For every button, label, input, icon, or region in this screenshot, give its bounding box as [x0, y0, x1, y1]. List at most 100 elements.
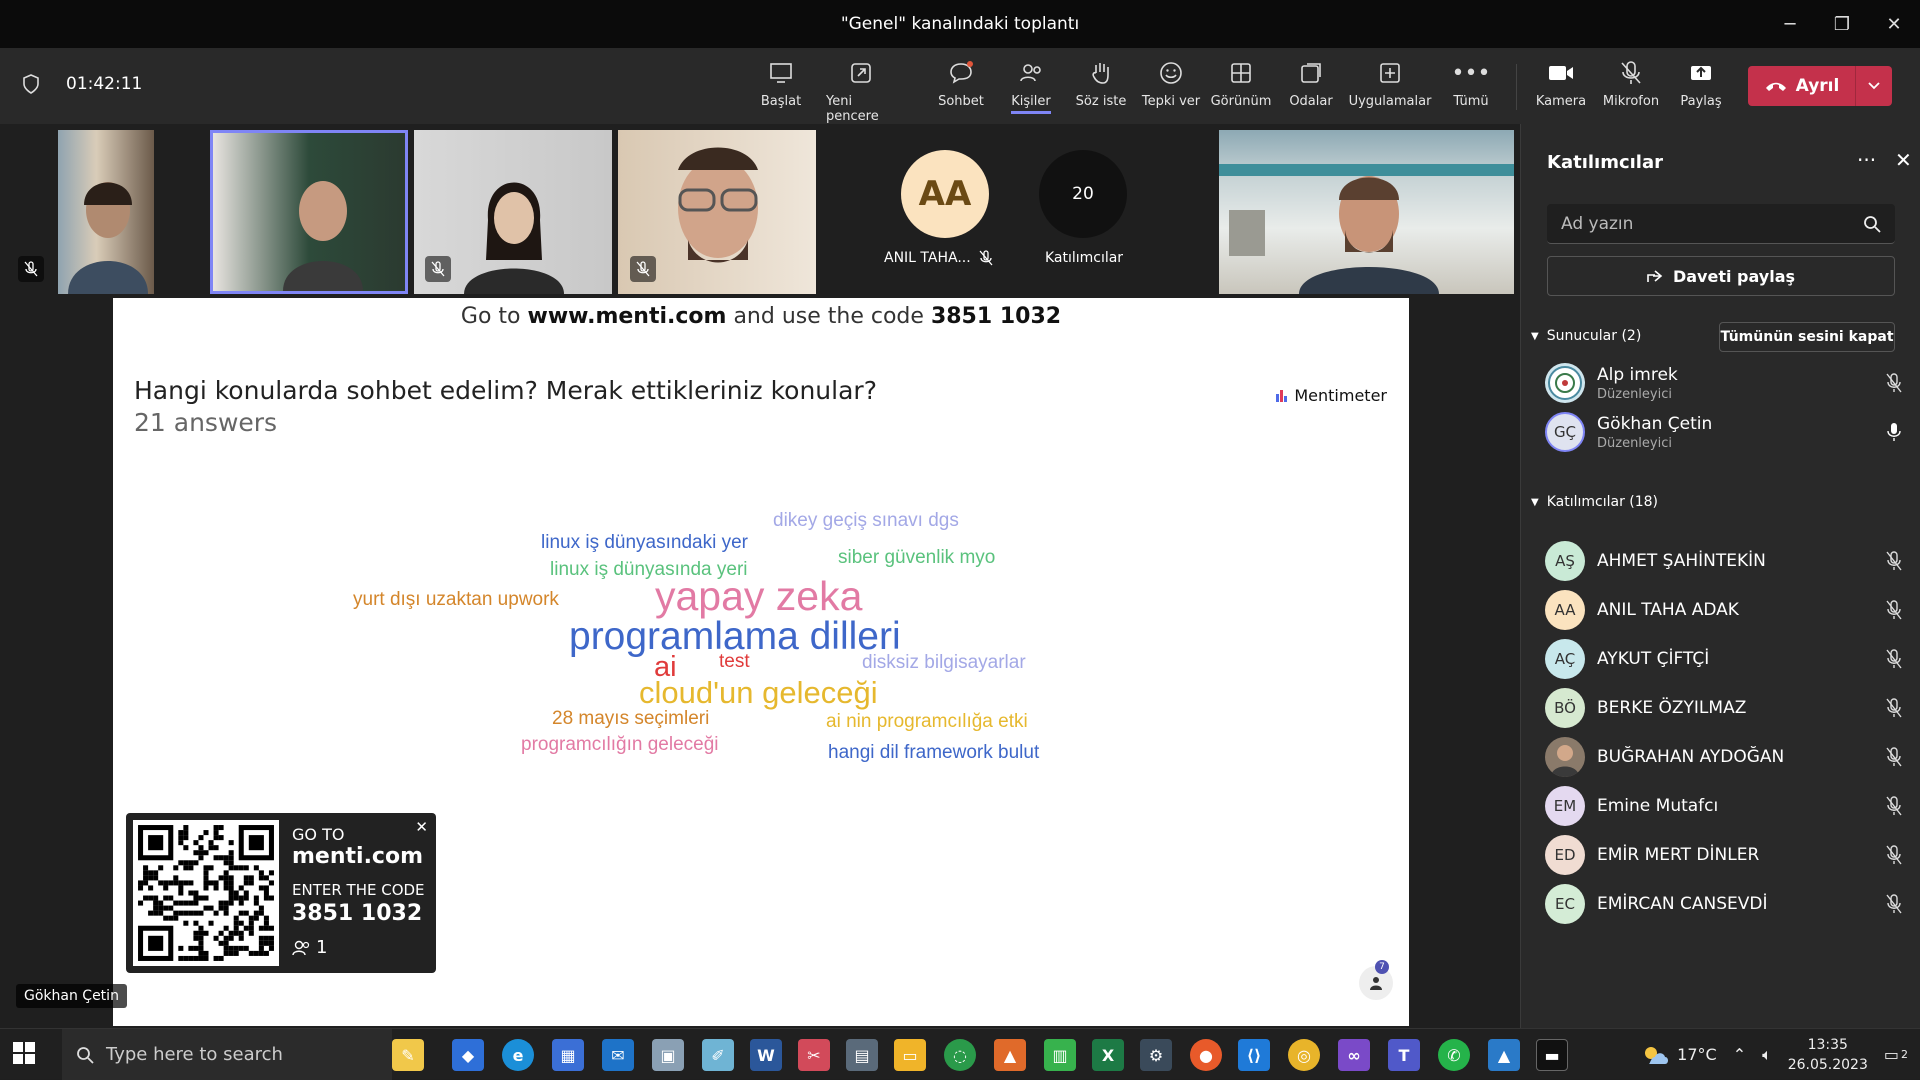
attendee-row[interactable]: ED EMİR MERT DİNLER	[1545, 832, 1905, 878]
close-window-button[interactable]: ✕	[1868, 0, 1920, 48]
meeting-timer: 01:42:11	[22, 74, 142, 94]
participant-search-input[interactable]: Ad yazın	[1547, 204, 1895, 244]
raise-hand-button[interactable]: Söz iste	[1066, 58, 1136, 109]
mail-icon[interactable]: ✉	[602, 1039, 634, 1071]
tray-chevron-icon[interactable]: ⌃	[1733, 1045, 1746, 1064]
join-qr-card: GO TO menti.com ENTER THE CODE 3851 1032…	[126, 813, 436, 973]
video-tile-active[interactable]	[210, 130, 408, 294]
people-button[interactable]: Kişiler	[996, 58, 1066, 114]
attendee-row[interactable]: EM Emine Mutafcı	[1545, 783, 1905, 829]
more-options-icon[interactable]: ···	[1857, 148, 1876, 172]
presenter-row[interactable]: Alp imrek Düzenleyici	[1545, 360, 1905, 406]
store-icon[interactable]: ▦	[552, 1039, 584, 1071]
speaker-icon[interactable]: 🔈︎	[1762, 1045, 1772, 1065]
presenters-section-toggle[interactable]: ▼ Sunucular (2)	[1531, 328, 1641, 344]
word-cloud-entry: yurt dışı uzaktan upwork	[353, 589, 559, 610]
share-invite-button[interactable]: Daveti paylaş	[1547, 256, 1895, 296]
presenter-name: Alp imrek	[1597, 364, 1678, 385]
photos-icon[interactable]: ▲	[1488, 1039, 1520, 1071]
new-window-button[interactable]: Yeni pencere	[826, 58, 896, 124]
start-label: Başlat	[760, 94, 802, 109]
taskbar-clock[interactable]: 13:35 26.05.2023	[1788, 1035, 1868, 1075]
vscode-icon[interactable]: ⟨⟩	[1238, 1039, 1270, 1071]
video-tile[interactable]	[1219, 130, 1514, 294]
chart-app-icon[interactable]: ▥	[1044, 1039, 1076, 1071]
matlab-icon[interactable]: ▲	[994, 1039, 1026, 1071]
attendee-name: BUĞRAHAN AYDOĞAN	[1597, 747, 1785, 767]
firefox-icon[interactable]: ●	[1190, 1039, 1222, 1071]
edge-browser-icon[interactable]: e	[502, 1039, 534, 1071]
attendee-row[interactable]: BÖ BERKE ÖZYILMAZ	[1545, 685, 1905, 731]
paint-icon[interactable]: ✐	[702, 1039, 734, 1071]
presenter-info: Alp imrek Düzenleyici	[1597, 365, 1883, 402]
snipping-tool-icon[interactable]: ✂	[798, 1039, 830, 1071]
camera-icon	[1546, 58, 1576, 88]
participants-panel: Katılımcılar ··· ✕ Ad yazın Daveti payla…	[1520, 124, 1920, 1028]
video-tile[interactable]	[58, 130, 154, 294]
windows-start-button[interactable]	[12, 1041, 36, 1069]
visual-studio-icon[interactable]: ∞	[1338, 1039, 1370, 1071]
avatar	[1545, 737, 1585, 777]
attendee-row[interactable]: AŞ AHMET ŞAHİNTEKİN	[1545, 538, 1905, 584]
mic-off-icon	[1886, 845, 1902, 865]
attendee-row[interactable]: EC EMİRCAN CANSEVDİ	[1545, 881, 1905, 927]
presenter-row[interactable]: GÇ Gökhan Çetin Düzenleyici	[1545, 409, 1905, 455]
participant-video	[283, 181, 363, 291]
teams-icon[interactable]: T	[1388, 1039, 1420, 1071]
apps-button[interactable]: Uygulamalar	[1346, 58, 1434, 109]
presenter-role: Düzenleyici	[1597, 386, 1672, 402]
terminal-icon[interactable]: ▬	[1536, 1039, 1568, 1071]
goto-mid: and use the code	[733, 304, 924, 329]
camera-button[interactable]: Kamera	[1526, 58, 1596, 109]
more-button[interactable]: ••• Tümü	[1436, 58, 1506, 110]
mic-off-icon	[24, 261, 38, 277]
word-icon[interactable]: W	[750, 1039, 782, 1071]
mic-off-icon	[1886, 747, 1902, 767]
react-button[interactable]: Tepki ver	[1136, 58, 1206, 109]
excel-icon[interactable]: X	[1092, 1039, 1124, 1071]
attendee-row[interactable]: AÇ AYKUT ÇİFTÇİ	[1545, 636, 1905, 682]
rooms-label: Odalar	[1289, 94, 1333, 109]
calculator-icon[interactable]: ▤	[846, 1039, 878, 1071]
chrome-icon[interactable]: ◎	[1288, 1039, 1320, 1071]
attendee-info: ANIL TAHA ADAK	[1597, 600, 1883, 620]
meeting-stage: AA ANIL TAHA... 20 Katılımcılar Go to ww…	[0, 124, 1520, 1028]
notification-icon[interactable]: ▭ 2	[1884, 1045, 1908, 1064]
sync-app-icon[interactable]: ◌	[944, 1039, 976, 1071]
shield-icon	[23, 74, 39, 94]
whatsapp-icon[interactable]: ✆	[1438, 1039, 1470, 1071]
overflow-count[interactable]: 20	[1039, 150, 1127, 238]
mentimeter-logo: Mentimeter	[1276, 386, 1387, 405]
attendee-row[interactable]: AA ANIL TAHA ADAK	[1545, 587, 1905, 633]
taskbar-search-box[interactable]: Type here to search	[62, 1029, 392, 1080]
close-icon[interactable]: ✕	[1895, 148, 1912, 172]
weather-widget[interactable]: 17°C	[1641, 1044, 1717, 1066]
leave-button[interactable]: Ayrıl	[1748, 66, 1892, 106]
shared-slide: Go to www.menti.com and use the code 385…	[113, 298, 1409, 1026]
file-explorer-icon[interactable]: ▭	[894, 1039, 926, 1071]
leave-main[interactable]: Ayrıl	[1748, 66, 1856, 106]
leave-dropdown[interactable]	[1856, 81, 1892, 91]
goto-url: www.menti.com	[527, 304, 727, 329]
viewer-count-badge[interactable]: 7	[1359, 960, 1393, 1000]
share-button[interactable]: Paylaş	[1666, 58, 1736, 109]
photo-viewer-icon[interactable]: ▣	[652, 1039, 684, 1071]
dev-tool-icon[interactable]: ⚙	[1140, 1039, 1172, 1071]
timer-text: 01:42:11	[66, 74, 143, 94]
mute-all-button[interactable]: Tümünün sesini kapat	[1719, 322, 1895, 352]
window-controls: ─ ❐ ✕	[1764, 0, 1920, 48]
attendees-section-toggle[interactable]: ▼ Katılımcılar (18)	[1531, 494, 1658, 510]
start-button[interactable]: Başlat	[746, 58, 816, 109]
widgets-icon[interactable]: ✎	[392, 1039, 424, 1071]
mic-button[interactable]: Mikrofon	[1596, 58, 1666, 109]
brand-name: Mentimeter	[1294, 386, 1387, 405]
rooms-button[interactable]: Odalar	[1276, 58, 1346, 109]
attendee-name: ANIL TAHA ADAK	[1597, 600, 1739, 620]
attendee-row[interactable]: BUĞRAHAN AYDOĞAN	[1545, 734, 1905, 780]
close-icon[interactable]: ✕	[415, 818, 428, 836]
maximize-button[interactable]: ❐	[1816, 0, 1868, 48]
minimize-button[interactable]: ─	[1764, 0, 1816, 48]
view-button[interactable]: Görünüm	[1206, 58, 1276, 109]
chat-button[interactable]: Sohbet	[926, 58, 996, 109]
backpack-app-icon[interactable]: ◆	[452, 1039, 484, 1071]
